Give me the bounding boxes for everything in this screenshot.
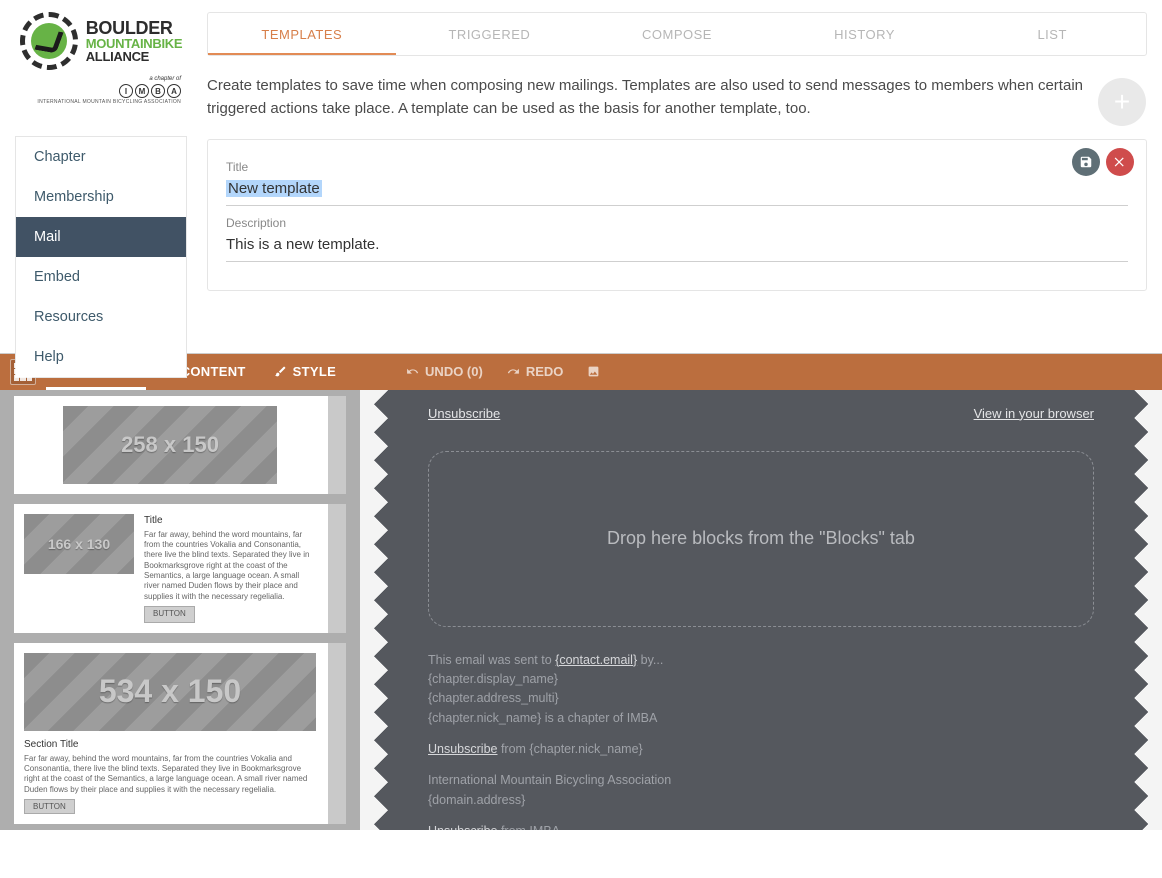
image-gallery-button[interactable]	[577, 365, 610, 378]
block-body: Far far away, behind the word mountains,…	[24, 754, 316, 796]
main-sidebar: Chapter Membership Mail Embed Resources …	[15, 136, 187, 378]
sidebar-item-embed[interactable]: Embed	[16, 257, 186, 297]
sidebar-item-resources[interactable]: Resources	[16, 297, 186, 337]
placeholder-image-icon: 258 x 150	[63, 406, 277, 484]
tab-history[interactable]: HISTORY	[771, 13, 959, 55]
imba-subtitle: INTERNATIONAL MOUNTAIN BICYCLING ASSOCIA…	[37, 99, 181, 105]
logo-gear-icon	[20, 12, 78, 70]
canvas-edge-left	[360, 390, 388, 830]
save-button[interactable]	[1072, 148, 1100, 176]
templates-intro: Create templates to save time when compo…	[207, 74, 1107, 121]
preview-view-browser-link[interactable]: View in your browser	[974, 406, 1094, 421]
block-image[interactable]: 258 x 150	[14, 396, 346, 494]
title-input[interactable]: New template	[226, 174, 1128, 206]
email-editor: BLOCKS CONTENT STYLE UNDO (0) REDO	[0, 353, 1162, 830]
redo-icon	[507, 365, 520, 378]
block-image-text[interactable]: 166 x 130 Title Far far away, behind the…	[14, 504, 346, 633]
email-footer: This email was sent to {contact.email} b…	[428, 651, 1094, 830]
footer-contact-email[interactable]: {contact.email}	[555, 653, 637, 667]
block-title: Title	[144, 514, 316, 527]
mail-tabs: TEMPLATES TRIGGERED COMPOSE HISTORY LIST	[207, 12, 1147, 56]
block-hero[interactable]: 534 x 150 Section Title Far far away, be…	[14, 643, 346, 825]
blocks-panel[interactable]: 258 x 150 166 x 130 Title Far far away, …	[0, 390, 360, 830]
block-body: Far far away, behind the word mountains,…	[144, 530, 316, 603]
editor-tab-style[interactable]: STYLE	[262, 354, 348, 390]
imba-logo: I M B A	[37, 84, 181, 98]
redo-button[interactable]: REDO	[497, 364, 574, 379]
tab-triggered[interactable]: TRIGGERED	[396, 13, 584, 55]
brand-line1: BOULDER	[86, 19, 183, 37]
brush-icon	[274, 365, 287, 378]
email-canvas: Unsubscribe View in your browser Drop he…	[360, 390, 1162, 830]
close-icon	[1113, 155, 1127, 169]
undo-icon	[406, 365, 419, 378]
sidebar-item-chapter[interactable]: Chapter	[16, 137, 186, 177]
preview-unsubscribe-link[interactable]: Unsubscribe	[428, 406, 500, 421]
description-label: Description	[226, 216, 1128, 230]
footer-unsubscribe-imba[interactable]: Unsubscribe	[428, 824, 497, 829]
tab-compose[interactable]: COMPOSE	[583, 13, 771, 55]
sidebar-item-mail[interactable]: Mail	[16, 217, 186, 257]
image-icon	[587, 365, 600, 378]
drag-handle[interactable]	[328, 396, 346, 494]
canvas-dropzone[interactable]: Drop here blocks from the "Blocks" tab	[428, 451, 1094, 627]
template-form: Title New template Description	[207, 139, 1147, 291]
canvas-edge-right	[1134, 390, 1162, 830]
title-label: Title	[226, 160, 1128, 174]
save-icon	[1079, 155, 1093, 169]
drag-handle[interactable]	[328, 643, 346, 825]
brand-line3: ALLIANCE	[86, 50, 183, 63]
description-input[interactable]	[226, 230, 1128, 262]
sidebar-item-membership[interactable]: Membership	[16, 177, 186, 217]
sidebar-item-help[interactable]: Help	[16, 337, 186, 377]
block-button: BUTTON	[144, 606, 195, 622]
add-template-button[interactable]: +	[1098, 78, 1146, 126]
footer-unsubscribe-chapter[interactable]: Unsubscribe	[428, 742, 497, 756]
imba-tagline: a chapter of	[37, 76, 181, 82]
placeholder-image-icon: 166 x 130	[24, 514, 134, 574]
block-button: BUTTON	[24, 799, 75, 814]
plus-icon: +	[1114, 86, 1130, 118]
placeholder-image-icon: 534 x 150	[24, 653, 316, 731]
block-section-title: Section Title	[24, 739, 316, 750]
tab-list[interactable]: LIST	[958, 13, 1146, 55]
tab-templates[interactable]: TEMPLATES	[208, 13, 396, 55]
drag-handle[interactable]	[328, 504, 346, 633]
cancel-button[interactable]	[1106, 148, 1134, 176]
undo-button[interactable]: UNDO (0)	[396, 364, 493, 379]
